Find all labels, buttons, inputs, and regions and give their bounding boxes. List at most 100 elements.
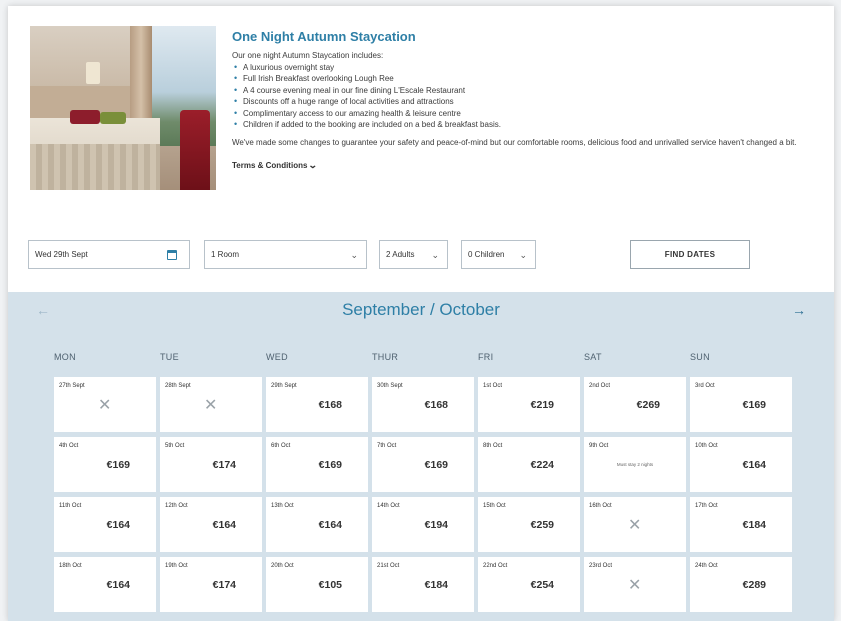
list-item: Complimentary access to our amazing heal…: [232, 108, 826, 120]
offer-title: One Night Autumn Staycation: [232, 29, 416, 44]
calendar-day-cell[interactable]: 4th Oct €169: [54, 437, 156, 492]
list-item: A 4 course evening meal in our fine dini…: [232, 85, 826, 97]
calendar-day-cell[interactable]: 22nd Oct €254: [478, 557, 580, 612]
calendar-day-cell[interactable]: 15th Oct €259: [478, 497, 580, 552]
calendar-day-cell[interactable]: 6th Oct €169: [266, 437, 368, 492]
chevron-down-icon: ⌄: [350, 250, 358, 260]
day-date: 9th Oct: [589, 443, 609, 449]
day-price: €289: [742, 579, 766, 591]
calendar-day-cell[interactable]: 19th Oct €174: [160, 557, 262, 612]
day-date: 18th Oct: [59, 563, 82, 569]
booking-page: One Night Autumn Staycation Our one nigh…: [8, 6, 834, 621]
calendar-day-cell[interactable]: 29th Sept €168: [266, 377, 368, 432]
calendar-day-cell[interactable]: 9th Oct Must stay 2 nights: [584, 437, 686, 492]
day-date: 5th Oct: [165, 443, 185, 449]
day-price: €164: [318, 519, 342, 531]
adults-value: 2 Adults: [386, 250, 415, 259]
calendar-icon[interactable]: [167, 250, 177, 260]
date-value: Wed 29th Sept: [35, 250, 88, 259]
day-date: 27th Sept: [59, 383, 85, 389]
day-price: €164: [106, 579, 130, 591]
calendar-month-title: September / October: [342, 300, 500, 319]
calendar-day-cell: 16th Oct ✕: [584, 497, 686, 552]
day-date: 29th Sept: [271, 383, 297, 389]
list-item: Discounts off a huge range of local acti…: [232, 96, 826, 108]
calendar-day-cell: 28th Sept ✕: [160, 377, 262, 432]
offer-text: One Night Autumn Staycation Our one nigh…: [232, 26, 826, 173]
day-date: 1st Oct: [483, 383, 503, 389]
day-date: 13th Oct: [271, 503, 294, 509]
calendar-day-cell[interactable]: 11th Oct €164: [54, 497, 156, 552]
list-item: A luxurious overnight stay: [232, 62, 826, 74]
rooms-select[interactable]: 1 Room ⌄: [204, 240, 367, 269]
day-date: 22nd Oct: [483, 563, 508, 569]
day-price: €168: [318, 399, 342, 411]
find-dates-button[interactable]: FIND DATES: [630, 240, 750, 269]
terms-label: Terms & Conditions: [232, 161, 308, 171]
calendar-day-cell[interactable]: 12th Oct €164: [160, 497, 262, 552]
chevron-down-icon: ⌄: [308, 160, 319, 171]
day-price: €174: [212, 579, 236, 591]
children-value: 0 Children: [468, 250, 505, 259]
calendar-day-cell[interactable]: 13th Oct €164: [266, 497, 368, 552]
date-picker[interactable]: Wed 29th Sept: [28, 240, 190, 269]
day-price: €194: [424, 519, 448, 531]
rooms-value: 1 Room: [211, 250, 240, 259]
day-price: €174: [212, 459, 236, 471]
day-date: 21st Oct: [377, 563, 400, 569]
day-date: 4th Oct: [59, 443, 79, 449]
day-price: €224: [530, 459, 554, 471]
availability-calendar: ← September / October → MON TUE WED THUR FRI…: [8, 292, 834, 621]
calendar-day-cell[interactable]: 20th Oct €105: [266, 557, 368, 612]
cross-icon: ✕: [98, 397, 112, 414]
min-stay-note: Must stay 2 nights: [616, 462, 654, 467]
day-price: €259: [530, 519, 554, 531]
day-date: 23rd Oct: [589, 563, 613, 569]
offer-section: One Night Autumn Staycation Our one nigh…: [30, 26, 826, 216]
weekday-label: TUE: [160, 352, 179, 362]
search-controls: Wed 29th Sept 1 Room ⌄ 2 Adults ⌄ 0 Chil…: [8, 240, 834, 270]
day-date: 17th Oct: [695, 503, 718, 509]
calendar-day-cell[interactable]: 8th Oct €224: [478, 437, 580, 492]
calendar-day-cell[interactable]: 3rd Oct €169: [690, 377, 792, 432]
day-price: €184: [742, 519, 766, 531]
list-item: Children if added to the booking are inc…: [232, 119, 826, 131]
terms-toggle[interactable]: Terms & Conditions ⌄: [232, 160, 319, 171]
weekday-label: MON: [54, 352, 76, 362]
weekday-label: FRI: [478, 352, 494, 362]
day-price: €184: [424, 579, 448, 591]
calendar-day-cell[interactable]: 7th Oct €169: [372, 437, 474, 492]
cross-icon: ✕: [204, 397, 218, 414]
calendar-day-cell[interactable]: 30th Sept €168: [372, 377, 474, 432]
calendar-day-cell[interactable]: 5th Oct €174: [160, 437, 262, 492]
calendar-day-cell[interactable]: 21st Oct €184: [372, 557, 474, 612]
arrow-right-icon[interactable]: →: [792, 302, 806, 318]
day-date: 6th Oct: [271, 443, 291, 449]
calendar-day-cell[interactable]: 10th Oct €164: [690, 437, 792, 492]
calendar-day-cell: 27th Sept ✕: [54, 377, 156, 432]
calendar-day-cell[interactable]: 17th Oct €184: [690, 497, 792, 552]
day-date: 16th Oct: [589, 503, 612, 509]
day-price: €168: [424, 399, 448, 411]
calendar-day-cell[interactable]: 14th Oct €194: [372, 497, 474, 552]
day-date: 12th Oct: [165, 503, 188, 509]
calendar-day-cell[interactable]: 1st Oct €219: [478, 377, 580, 432]
weekday-label: WED: [266, 352, 288, 362]
day-date: 11th Oct: [59, 503, 82, 509]
weekday-label: THUR: [372, 352, 399, 362]
adults-select[interactable]: 2 Adults ⌄: [379, 240, 448, 269]
day-date: 19th Oct: [165, 563, 188, 569]
day-date: 30th Sept: [377, 383, 403, 389]
day-price: €169: [318, 459, 342, 471]
calendar-day-cell[interactable]: 2nd Oct €269: [584, 377, 686, 432]
chevron-down-icon: ⌄: [519, 250, 527, 260]
calendar-day-cell[interactable]: 24th Oct €289: [690, 557, 792, 612]
weekday-label: SUN: [690, 352, 710, 362]
day-price: €219: [530, 399, 554, 411]
day-date: 15th Oct: [483, 503, 506, 509]
calendar-day-cell[interactable]: 18th Oct €164: [54, 557, 156, 612]
day-price: €254: [530, 579, 554, 591]
day-date: 8th Oct: [483, 443, 503, 449]
day-price: €169: [424, 459, 448, 471]
children-select[interactable]: 0 Children ⌄: [461, 240, 536, 269]
